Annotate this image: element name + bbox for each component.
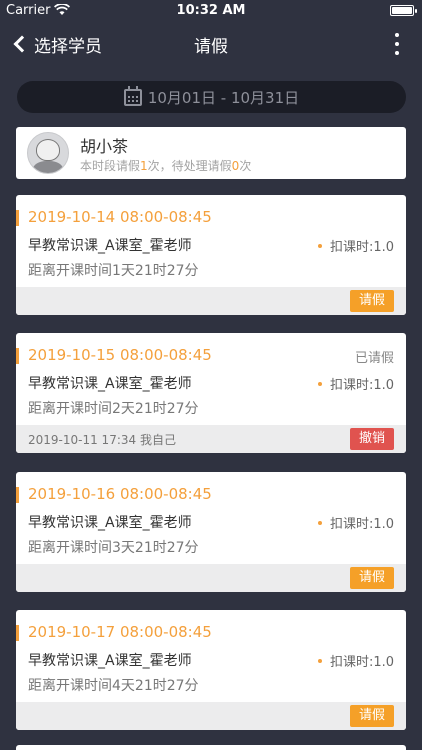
avatar [27,132,69,174]
leave-button[interactable]: 请假 [349,290,394,312]
leave-button[interactable]: 请假 [349,705,394,727]
lesson-card: 2019-10-17 08:00-08:45 早教常识课_A课室_霍老师 扣课时… [16,610,406,730]
nav-bar: 选择学员 请假 [0,22,422,66]
cancel-leave-button[interactable]: 撤销 [349,428,394,450]
leave-button[interactable]: 请假 [349,567,394,589]
more-vertical-icon [395,33,399,37]
lesson-date: 2019-10-16 08:00-08:45 [28,485,212,503]
lesson-footer: 请假 [16,564,406,592]
lesson-deduct: 扣课时:1.0 [317,236,394,255]
lesson-date: 2019-10-17 08:00-08:45 [28,623,212,641]
student-leave-stats: 本时段请假1次，待处理请假0次 [80,159,252,173]
status-bar: Carrier 10:32 AM [0,0,422,22]
lesson-card: 2019-10-15 08:00-08:45 已请假 早教常识课_A课室_霍老师… [16,333,406,453]
date-range-selector[interactable]: 10月01日 - 10月31日 [17,81,406,113]
battery-icon [390,5,417,16]
lesson-countdown: 距离开课时间3天21时27分 [28,540,199,556]
lesson-course: 早教常识课_A课室_霍老师 [28,376,192,392]
lesson-deduct: 扣课时:1.0 [317,374,394,393]
status-time: 10:32 AM [176,3,246,18]
lesson-card-partial [16,745,406,750]
lesson-countdown: 距离开课时间4天21时27分 [28,678,199,694]
lesson-card: 2019-10-16 08:00-08:45 早教常识课_A课室_霍老师 扣课时… [16,472,406,592]
lesson-date: 2019-10-14 08:00-08:45 [28,208,212,226]
lesson-course: 早教常识课_A课室_霍老师 [28,238,192,254]
calendar-icon [123,85,142,106]
student-card[interactable]: 胡小茶 本时段请假1次，待处理请假0次 [16,127,406,179]
lesson-card: 2019-10-14 08:00-08:45 早教常识课_A课室_霍老师 扣课时… [16,195,406,315]
lesson-countdown: 距离开课时间2天21时27分 [28,401,199,417]
lesson-footer: 2019-10-11 17:34 我自己 撤销 [16,425,406,453]
lesson-deduct: 扣课时:1.0 [317,651,394,670]
lesson-countdown: 距离开课时间1天21时27分 [28,263,199,279]
lesson-date: 2019-10-15 08:00-08:45 [28,346,212,364]
lesson-deduct: 扣课时:1.0 [317,513,394,532]
page-title: 请假 [194,37,228,57]
more-button[interactable] [394,33,400,55]
lesson-footer: 请假 [16,287,406,315]
lesson-footer: 请假 [16,702,406,730]
lesson-course: 早教常识课_A课室_霍老师 [28,515,192,531]
lesson-course: 早教常识课_A课室_霍老师 [28,653,192,669]
lesson-note: 2019-10-11 17:34 我自己 [28,433,176,447]
leave-count: 1 [140,159,148,173]
date-range-text: 10月01日 - 10月31日 [147,88,300,107]
student-name: 胡小茶 [80,137,129,156]
lesson-status: 已请假 [354,351,394,366]
